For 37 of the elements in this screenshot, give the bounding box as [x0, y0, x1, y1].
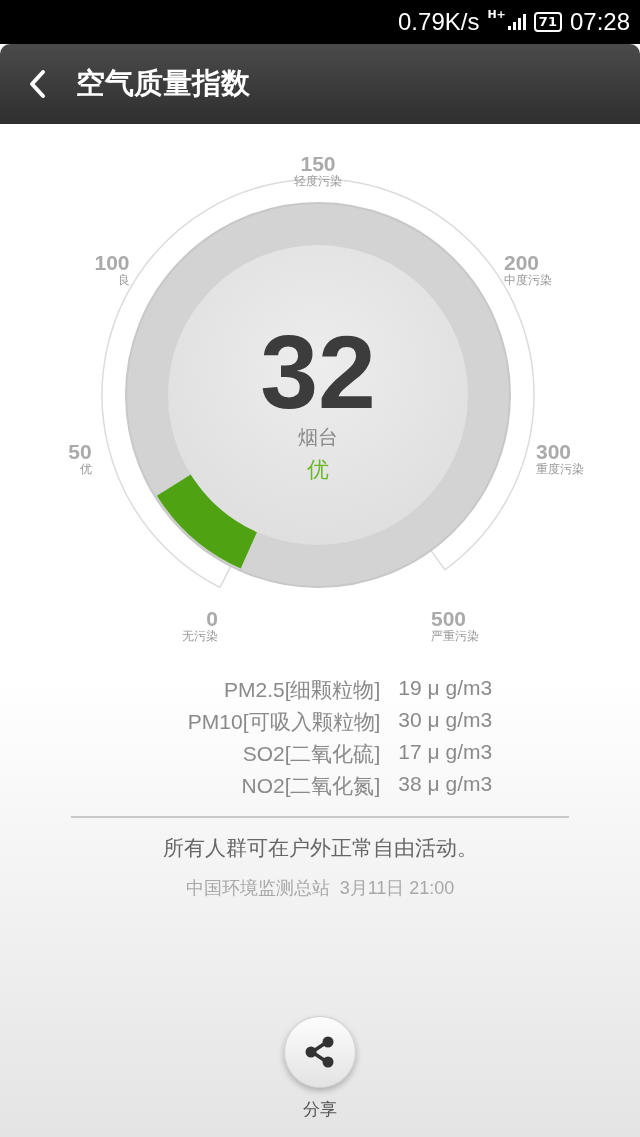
- aqi-grade: 优: [307, 456, 329, 484]
- data-source: 中国环境监测总站: [185, 877, 330, 900]
- aqi-value: 32: [260, 324, 376, 420]
- pollutant-name: NO2[二氧化氮]: [240, 773, 381, 799]
- scale-value: 300: [536, 440, 572, 463]
- scale-value: 0: [206, 607, 218, 630]
- pollutant-value: 17 μ g/m3: [398, 740, 493, 765]
- clock: 07:28: [569, 8, 630, 36]
- pollutant-value: 38 μ g/m3: [398, 772, 493, 797]
- city-name: 烟台: [298, 424, 338, 451]
- scale-label: 轻度污染: [294, 174, 342, 188]
- update-time: 3月11日 21:00: [339, 877, 455, 900]
- network-speed: 0.79K/s: [398, 8, 480, 36]
- share-label: 分享: [303, 1098, 337, 1121]
- scale-label: 无污染: [182, 629, 218, 643]
- scale-value: 500: [431, 607, 467, 630]
- scale-label: 良: [117, 273, 130, 287]
- network-type: H+: [487, 8, 506, 21]
- scale-value: 50: [68, 440, 92, 463]
- pollutant-value: 30 μ g/m3: [398, 708, 493, 733]
- scale-value: 200: [504, 251, 540, 274]
- pollutant-name: SO2[二氧化硫]: [241, 741, 381, 767]
- signal-icon: [507, 14, 526, 30]
- scale-label: 中度污染: [504, 273, 552, 287]
- scale-value: 100: [94, 251, 130, 274]
- pollutant-value: 19 μ g/m3: [398, 676, 493, 701]
- back-icon[interactable]: [28, 69, 46, 99]
- scale-value: 150: [300, 152, 336, 175]
- pollutant-name: PM10[可吸入颗粒物]: [187, 709, 381, 735]
- scale-label: 重度污染: [536, 462, 584, 476]
- screen-title: 空气质量指数: [76, 65, 250, 102]
- scale-label: 优: [79, 462, 92, 476]
- scale-label: 严重污染: [431, 629, 479, 643]
- pollutant-name: PM2.5[细颗粒物]: [222, 677, 381, 703]
- health-advice: 所有人群可在户外正常自由活动。: [162, 835, 478, 862]
- battery-level: 71: [533, 12, 562, 32]
- share-button[interactable]: [284, 1016, 356, 1088]
